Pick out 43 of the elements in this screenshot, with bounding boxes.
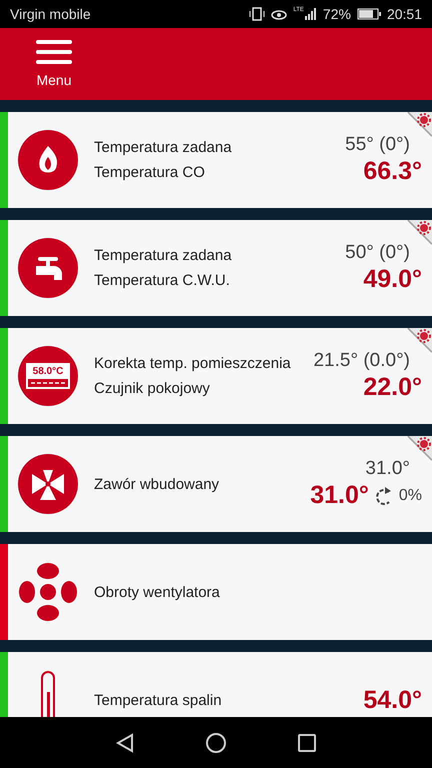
- vibrate-icon: [249, 7, 266, 21]
- temperature-reading: 54.0°: [363, 686, 422, 714]
- valve-opening: 0%: [398, 486, 422, 504]
- temperature-reading: 49.0°: [363, 265, 422, 294]
- flame-icon: [18, 130, 78, 190]
- sensor-tile[interactable]: Temperatura zadana Temperatura CO 55° (0°) 66.3°: [0, 112, 432, 208]
- tile-label: Temperatura zadana: [94, 139, 233, 156]
- signal-icon: [304, 8, 317, 20]
- valve-icon: [18, 454, 78, 514]
- battery-icon: [356, 8, 381, 20]
- tile-label: Czujnik pokojowy: [94, 380, 211, 397]
- sensor-tile[interactable]: Zawór wbudowany 31.0° 31.0° 0%: [0, 436, 432, 532]
- home-icon[interactable]: [206, 732, 226, 752]
- tile-label: Obroty wentylatora: [94, 584, 221, 600]
- sensor-tile[interactable]: Temperatura spalin 54.0°: [0, 652, 432, 717]
- clock: 20:51: [386, 6, 422, 22]
- temperature-reading: 66.3°: [363, 157, 422, 186]
- setpoint-reading: 31.0°: [365, 458, 411, 480]
- setpoint-reading: 55° (0°): [345, 134, 411, 156]
- temperature-reading: 22.0°: [363, 373, 422, 402]
- sensor-tile[interactable]: Temperatura zadana Temperatura C.W.U. 50° (0°) 49.0°: [0, 220, 432, 316]
- setpoint-reading: 50° (0°): [345, 242, 411, 264]
- eye-icon: [271, 8, 288, 20]
- thermometer-icon: [38, 670, 58, 717]
- sensor-tile[interactable]: 58.0°C Korekta temp. pomieszczenia Czujnik pokojowy 21.5° (0.0°) 22.0°: [0, 328, 432, 424]
- battery-percent: 72%: [322, 6, 351, 22]
- thermostat-display-icon: 58.0°C: [18, 346, 78, 406]
- tile-label: Temperatura spalin: [94, 692, 223, 708]
- temperature-reading: 31.0°: [310, 481, 369, 510]
- recents-icon[interactable]: [298, 734, 316, 752]
- tile-label: Zawór wbudowany: [94, 476, 220, 492]
- back-icon[interactable]: [116, 732, 134, 752]
- tile-label: Temperatura zadana: [94, 247, 233, 264]
- rotate-icon: [374, 486, 393, 506]
- sensor-tile[interactable]: Obroty wentylatora: [0, 544, 432, 640]
- setpoint-reading: 21.5° (0.0°): [313, 350, 411, 372]
- fan-icon: [18, 562, 78, 622]
- carrier-name: Virgin mobile: [10, 6, 91, 22]
- tap-icon: [18, 238, 78, 298]
- menu-button[interactable]: Menu: [36, 40, 72, 88]
- tile-label: Korekta temp. pomieszczenia: [94, 355, 292, 372]
- tile-label: Temperatura C.W.U.: [94, 272, 231, 289]
- tile-label: Temperatura CO: [94, 164, 206, 181]
